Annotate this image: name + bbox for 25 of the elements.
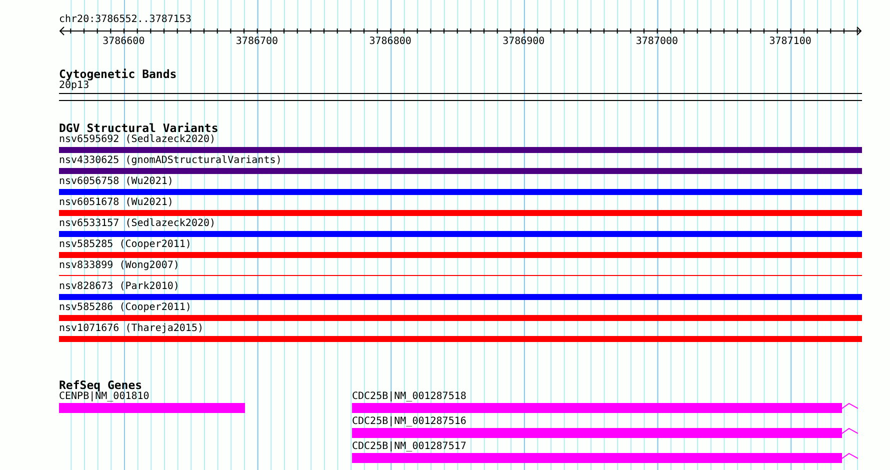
tick-label: 3786700 bbox=[236, 36, 278, 48]
variant-label: nsv4330625 (gnomADStructuralVariants) bbox=[59, 155, 282, 167]
variant-label: nsv833899 (Wong2007) bbox=[59, 260, 180, 272]
tick-label: 3787100 bbox=[769, 36, 812, 48]
band-label: 20p13 bbox=[59, 80, 90, 92]
track-title: RefSeq Genes bbox=[59, 379, 142, 391]
variant-label: nsv1071676 (Thareja2015) bbox=[59, 323, 204, 335]
variant-label: nsv6056758 (Wu2021) bbox=[59, 176, 174, 188]
gene-label: CENPB|NM_001810 bbox=[59, 391, 150, 403]
variant-label: nsv6595692 (Sedlazeck2020) bbox=[59, 134, 216, 146]
gene-label: CDC25B|NM_001287517 bbox=[352, 441, 466, 453]
gene-label: CDC25B|NM_001287518 bbox=[352, 391, 466, 403]
tick-label: 3787000 bbox=[636, 36, 678, 48]
variant-label: nsv6051678 (Wu2021) bbox=[59, 197, 174, 209]
gene-label: CDC25B|NM_001287516 bbox=[352, 416, 466, 428]
tick-label: 3786600 bbox=[102, 36, 145, 48]
track-title: DGV Structural Variants bbox=[59, 122, 218, 134]
tick-label: 3786900 bbox=[502, 36, 545, 48]
variant-label: nsv6533157 (Sedlazeck2020) bbox=[59, 218, 216, 230]
variant-label: nsv585286 (Cooper2011) bbox=[59, 302, 192, 314]
location-label: chr20:3786552..3787153 bbox=[59, 14, 192, 26]
tick-label: 3786800 bbox=[369, 36, 412, 48]
variant-label: nsv828673 (Park2010) bbox=[59, 281, 180, 293]
track-title: Cytogenetic Bands bbox=[59, 68, 177, 80]
variant-label: nsv585285 (Cooper2011) bbox=[59, 239, 192, 251]
